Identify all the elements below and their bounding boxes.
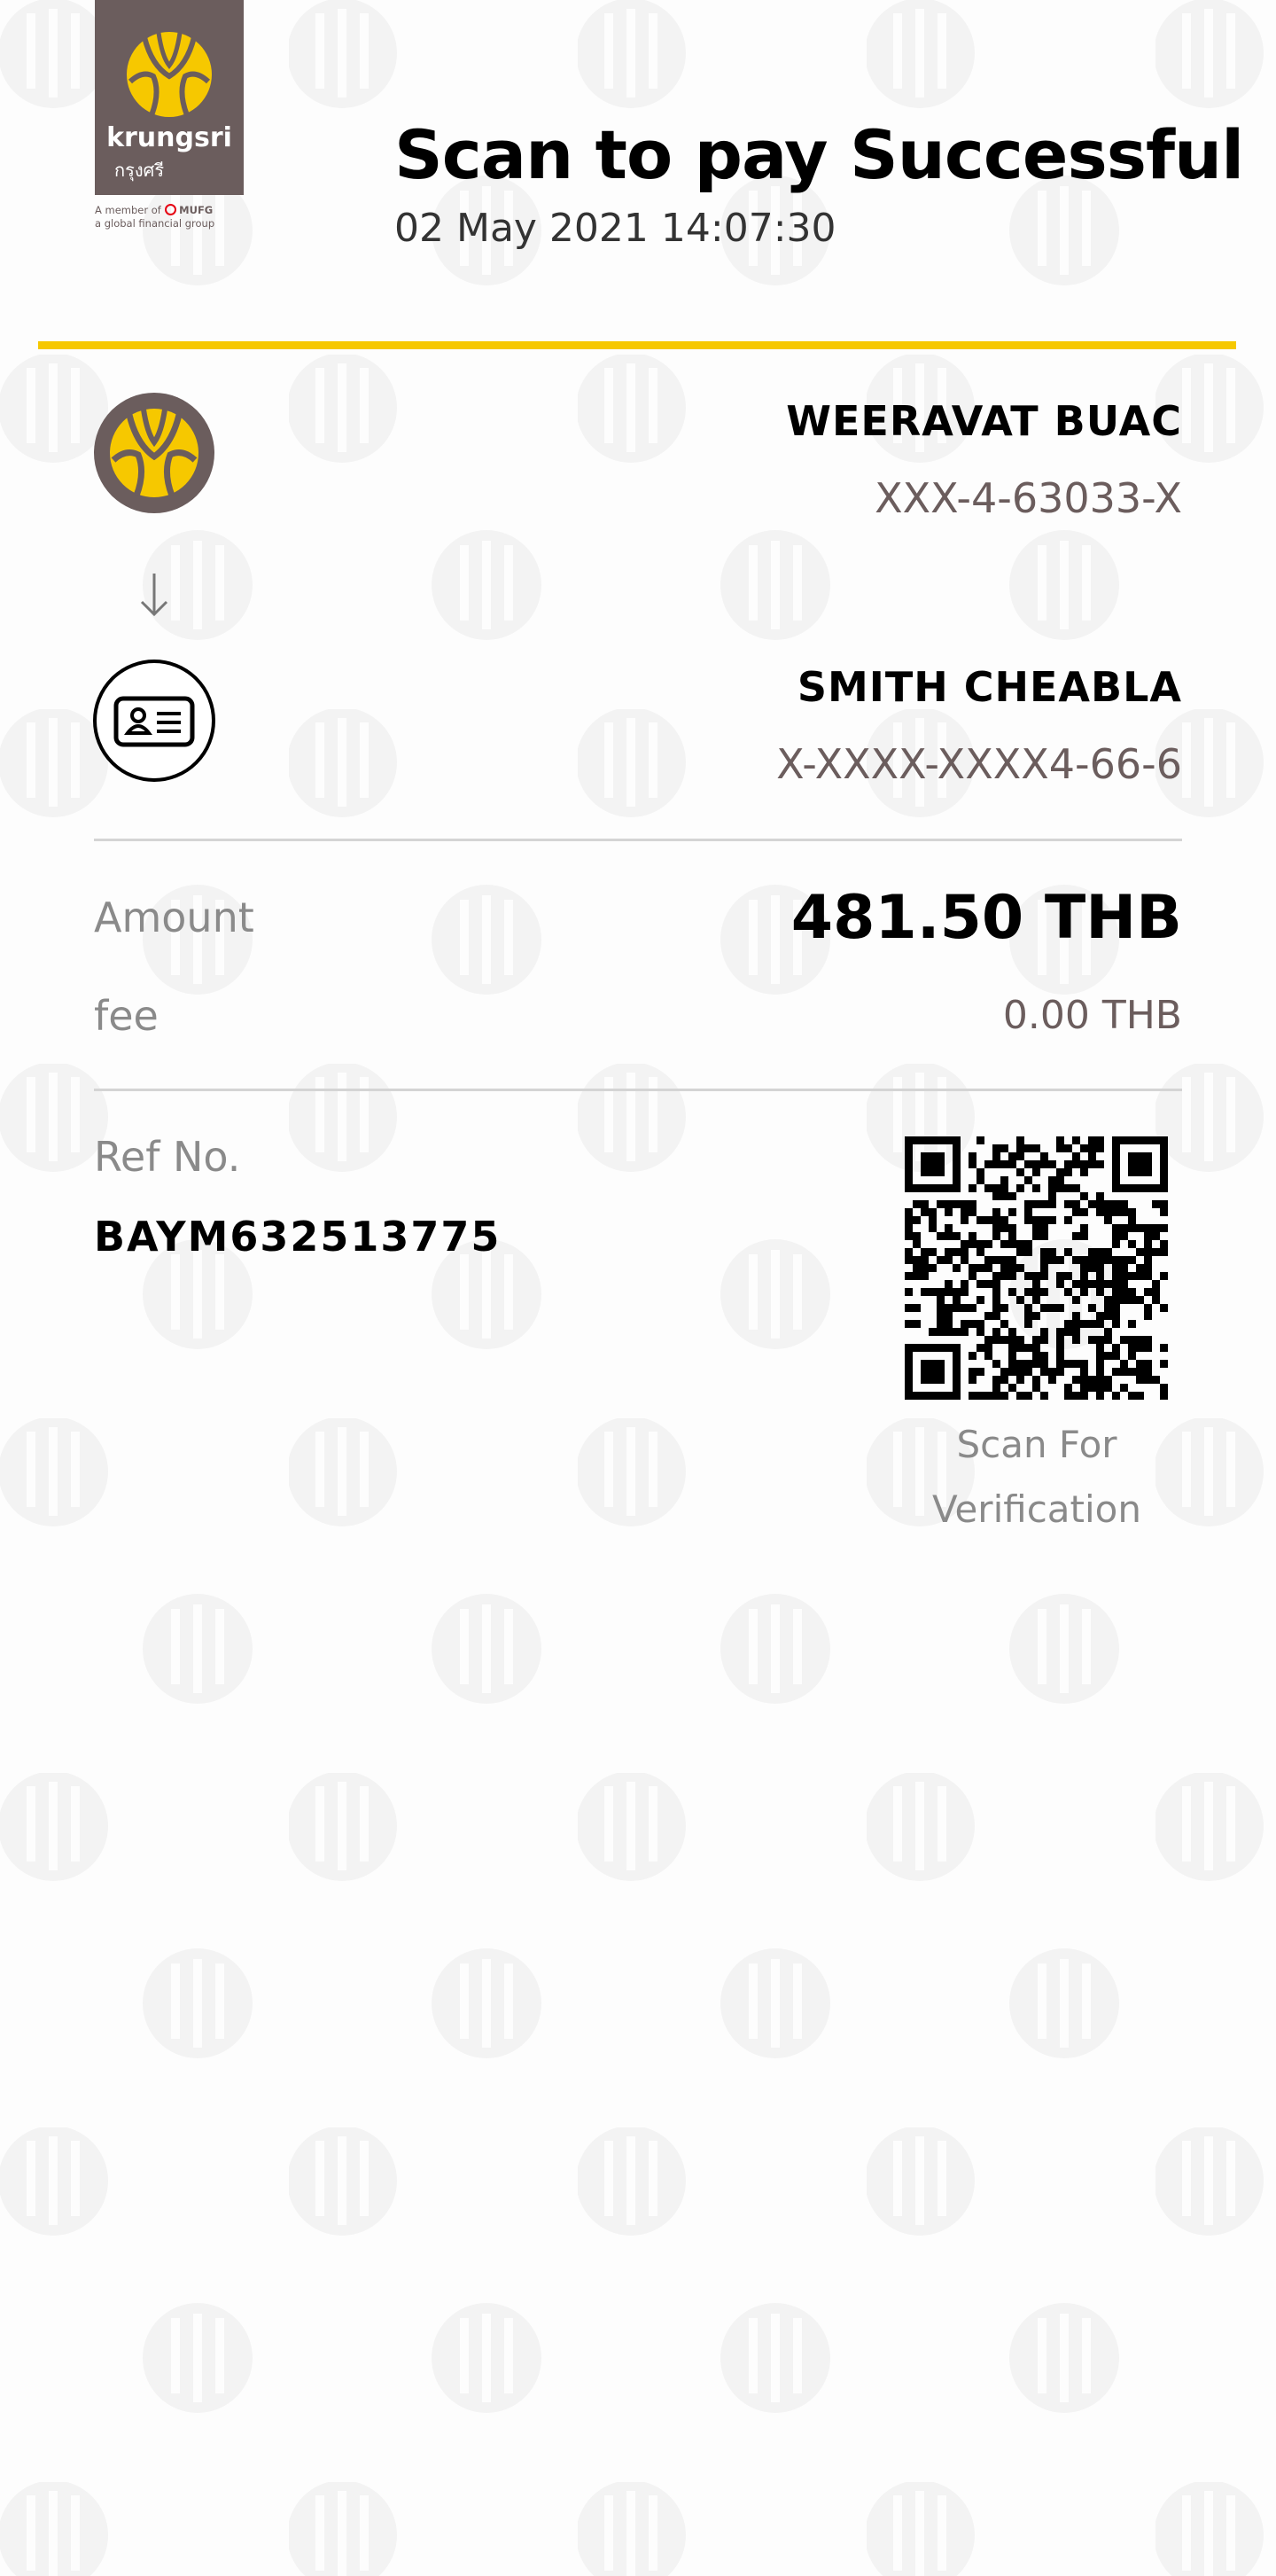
fee-value: 0.00 THB [1002,993,1182,1038]
page-title: Scan to pay Successful [394,115,1244,194]
qr-modules [905,1136,1168,1400]
verification-label: Verification [932,1487,1141,1531]
tagline-text: A member of [95,204,161,216]
verification-qr-code [905,1136,1168,1400]
ref-label: Ref No. [94,1133,241,1181]
krungsri-emblem-icon [127,32,212,117]
amount-value: 481.50 THB [790,883,1182,953]
brand-tagline-group: a global financial group [95,217,215,230]
brand-tagline-member: A member of MUFG [95,204,254,216]
header-divider [38,341,1236,349]
sender-name: WEERAVAT BUAC [786,397,1182,445]
krungsri-logo: krungsri กรุงศรี [95,0,244,195]
section-divider [94,839,1182,841]
fee-label: fee [94,992,159,1040]
mufg-icon [164,204,176,215]
arrow-down-icon [140,574,168,617]
scan-for-label: Scan For [956,1423,1117,1466]
amount-label: Amount [94,894,254,941]
ref-number: BAYM632513775 [94,1213,502,1261]
receiver-name: SMITH CHEABLA [797,663,1182,711]
sender-account: XXX-4-63033-X [875,474,1182,522]
krungsri-bank-icon [94,393,214,513]
mufg-text: MUFG [179,204,214,216]
section-divider [94,1089,1182,1091]
brand-name: krungsri [106,122,232,153]
id-card-icon [93,660,215,782]
transaction-datetime: 02 May 2021 14:07:30 [394,206,836,251]
brand-name-thai: กรุงศรี [114,160,165,181]
receiver-account: X-XXXX-XXXX4-66-6 [776,740,1182,788]
